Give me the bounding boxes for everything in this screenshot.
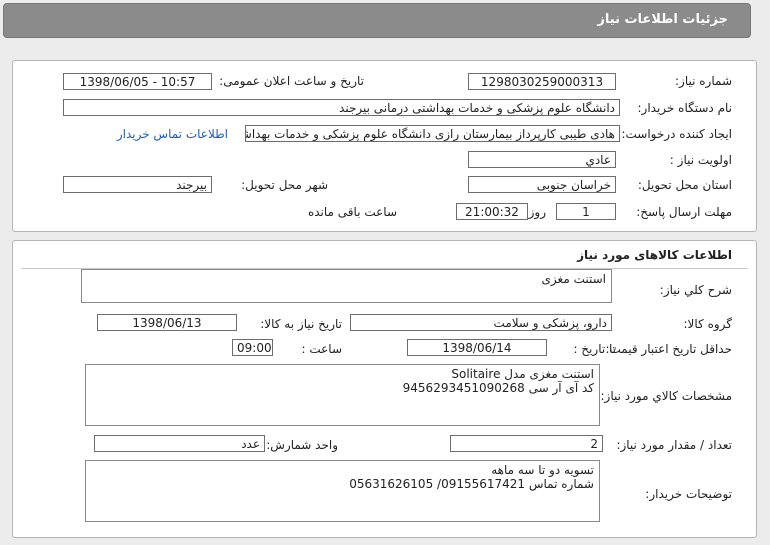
spec-label: مشخصات کالاي مورد نیاز: (600, 389, 732, 403)
deadline-days-field[interactable]: 1 (556, 203, 616, 220)
unit-field[interactable]: عدد (94, 435, 265, 452)
until-date-label: تا تاریخ : (573, 342, 616, 356)
goods-group-label: گروه کالا: (683, 317, 733, 331)
goods-info-panel: اطلاعات کالاهای مورد نیاز شرح کلي نیاز: … (12, 240, 757, 538)
delivery-city-label: شهر محل تحویل: (241, 178, 328, 192)
requester-field[interactable]: هادی طیبی کارپرداز بیمارستان رازی دانشگا… (245, 125, 620, 142)
priority-field[interactable]: عادي (468, 151, 616, 168)
unit-label: واحد شمارش: (266, 438, 338, 452)
page-header: جزئیات اطلاعات نیاز (3, 3, 751, 38)
buyer-org-field[interactable]: دانشگاه علوم پزشکی و خدمات بهداشتی درمان… (63, 99, 620, 116)
buyer-contact-link[interactable]: اطلاعات تماس خریدار (117, 127, 228, 141)
need-number-label: شماره نیاز: (675, 74, 732, 88)
buyer-notes-label: توضیحات خریدار: (645, 487, 732, 501)
announce-datetime-label: تاریخ و ساعت اعلان عمومی: (219, 74, 364, 88)
delivery-city-field[interactable]: بیرجند (63, 176, 212, 193)
min-validity-label: حداقل تاریخ اعتبار قیمت: (605, 342, 732, 356)
priority-label: اولویت نیاز : (669, 153, 732, 167)
spec-line-1: استنت مغزی مدل Solitaire (451, 367, 594, 381)
delivery-province-label: استان محل تحویل: (637, 178, 732, 192)
until-date-field[interactable]: 1398/06/14 (407, 339, 547, 356)
general-desc-field[interactable]: استنت مغزی (81, 269, 612, 303)
requester-label: ایجاد کننده درخواست: (621, 127, 732, 141)
notes-line-2: شماره تماس 09155617421/ 05631626105 (349, 477, 594, 491)
need-date-label: تاریخ نیاز به کالا: (260, 317, 342, 331)
time-label: ساعت : (301, 342, 342, 356)
deadline-time-field[interactable]: 21:00:32 (456, 203, 528, 220)
buyer-notes-field[interactable]: تسویه دو تا سه ماهه شماره تماس 091556174… (85, 460, 600, 522)
request-info-panel: شماره نیاز: 1298030259000313 تاریخ و ساع… (12, 60, 757, 232)
need-date-field[interactable]: 1398/06/13 (97, 314, 237, 331)
spec-line-2: کد آی آر سی 9456293451090268 (402, 381, 594, 395)
goods-group-field[interactable]: دارو، پزشکی و سلامت (350, 314, 612, 331)
time-field[interactable]: 09:00 (232, 339, 273, 356)
notes-line-1: تسویه دو تا سه ماهه (491, 463, 594, 477)
deadline-label: مهلت ارسال پاسخ: (636, 205, 732, 219)
general-desc-label: شرح کلي نیاز: (659, 283, 732, 297)
quantity-field[interactable]: 2 (450, 435, 603, 452)
remaining-word: ساعت باقی مانده (307, 205, 397, 219)
delivery-province-field[interactable]: خراسان جنوبی (468, 176, 616, 193)
goods-section-title: اطلاعات کالاهای مورد نیاز (577, 248, 732, 262)
spec-field[interactable]: استنت مغزی مدل Solitaire کد آی آر سی 945… (85, 364, 600, 426)
buyer-org-label: نام دستگاه خریدار: (637, 101, 733, 115)
announce-datetime-field[interactable]: 1398/06/05 - 10:57 (63, 73, 212, 90)
page-title: جزئیات اطلاعات نیاز (597, 12, 728, 27)
quantity-label: تعداد / مقدار مورد نیاز: (616, 438, 732, 452)
need-number-field[interactable]: 1298030259000313 (468, 73, 616, 90)
